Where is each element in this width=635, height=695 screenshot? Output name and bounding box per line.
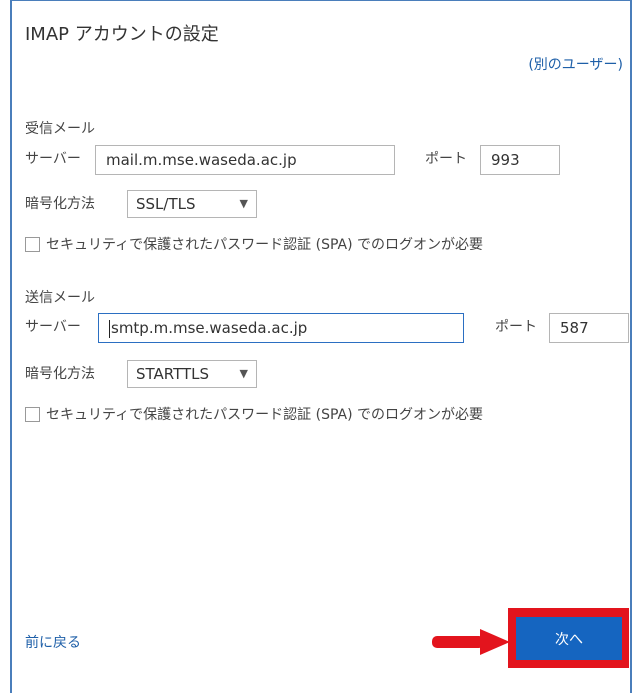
incoming-server-label: サーバー [25,151,81,167]
incoming-server-input[interactable]: mail.m.mse.waseda.ac.jp [95,145,395,175]
incoming-encryption-value: SSL/TLS [136,195,196,213]
back-link[interactable]: 前に戻る [25,632,81,652]
outgoing-port-value: 587 [560,319,589,337]
incoming-port-label: ポート [425,151,467,167]
checkbox-box[interactable] [25,406,40,422]
outgoing-encryption-value: STARTTLS [136,365,210,383]
incoming-port-input[interactable]: 993 [480,145,560,175]
dialog-title: IMAP アカウントの設定 [25,24,219,45]
outgoing-heading: 送信メール [25,290,95,306]
chevron-down-icon: ▼ [239,197,248,210]
other-user-link[interactable]: (別のユーザー) [528,54,623,74]
outgoing-port-label: ポート [495,319,537,335]
outgoing-spa-label: セキュリティで保護されたパスワード認証 (SPA) でのログオンが必要 [46,407,483,423]
incoming-server-value: mail.m.mse.waseda.ac.jp [106,151,297,169]
text-caret [109,319,110,338]
dialog-frame [10,0,632,693]
outgoing-encryption-label: 暗号化方法 [25,366,95,382]
outgoing-spa-checkbox[interactable]: セキュリティで保護されたパスワード認証 (SPA) でのログオンが必要 [25,404,483,424]
incoming-encryption-select[interactable]: SSL/TLS ▼ [127,190,257,218]
incoming-port-value: 993 [491,151,520,169]
chevron-down-icon: ▼ [239,367,248,380]
checkbox-box[interactable] [25,236,40,252]
incoming-spa-label: セキュリティで保護されたパスワード認証 (SPA) でのログオンが必要 [46,237,483,253]
red-arrow-icon [432,629,510,655]
incoming-heading: 受信メール [25,121,95,137]
outgoing-encryption-select[interactable]: STARTTLS ▼ [127,360,257,388]
outgoing-server-input[interactable]: smtp.m.mse.waseda.ac.jp [98,313,464,343]
outgoing-server-value: smtp.m.mse.waseda.ac.jp [111,319,308,337]
incoming-encryption-label: 暗号化方法 [25,196,95,212]
next-button[interactable]: 次へ [516,617,622,660]
outgoing-port-input[interactable]: 587 [549,313,629,343]
incoming-spa-checkbox[interactable]: セキュリティで保護されたパスワード認証 (SPA) でのログオンが必要 [25,234,483,254]
outgoing-server-label: サーバー [25,319,81,335]
